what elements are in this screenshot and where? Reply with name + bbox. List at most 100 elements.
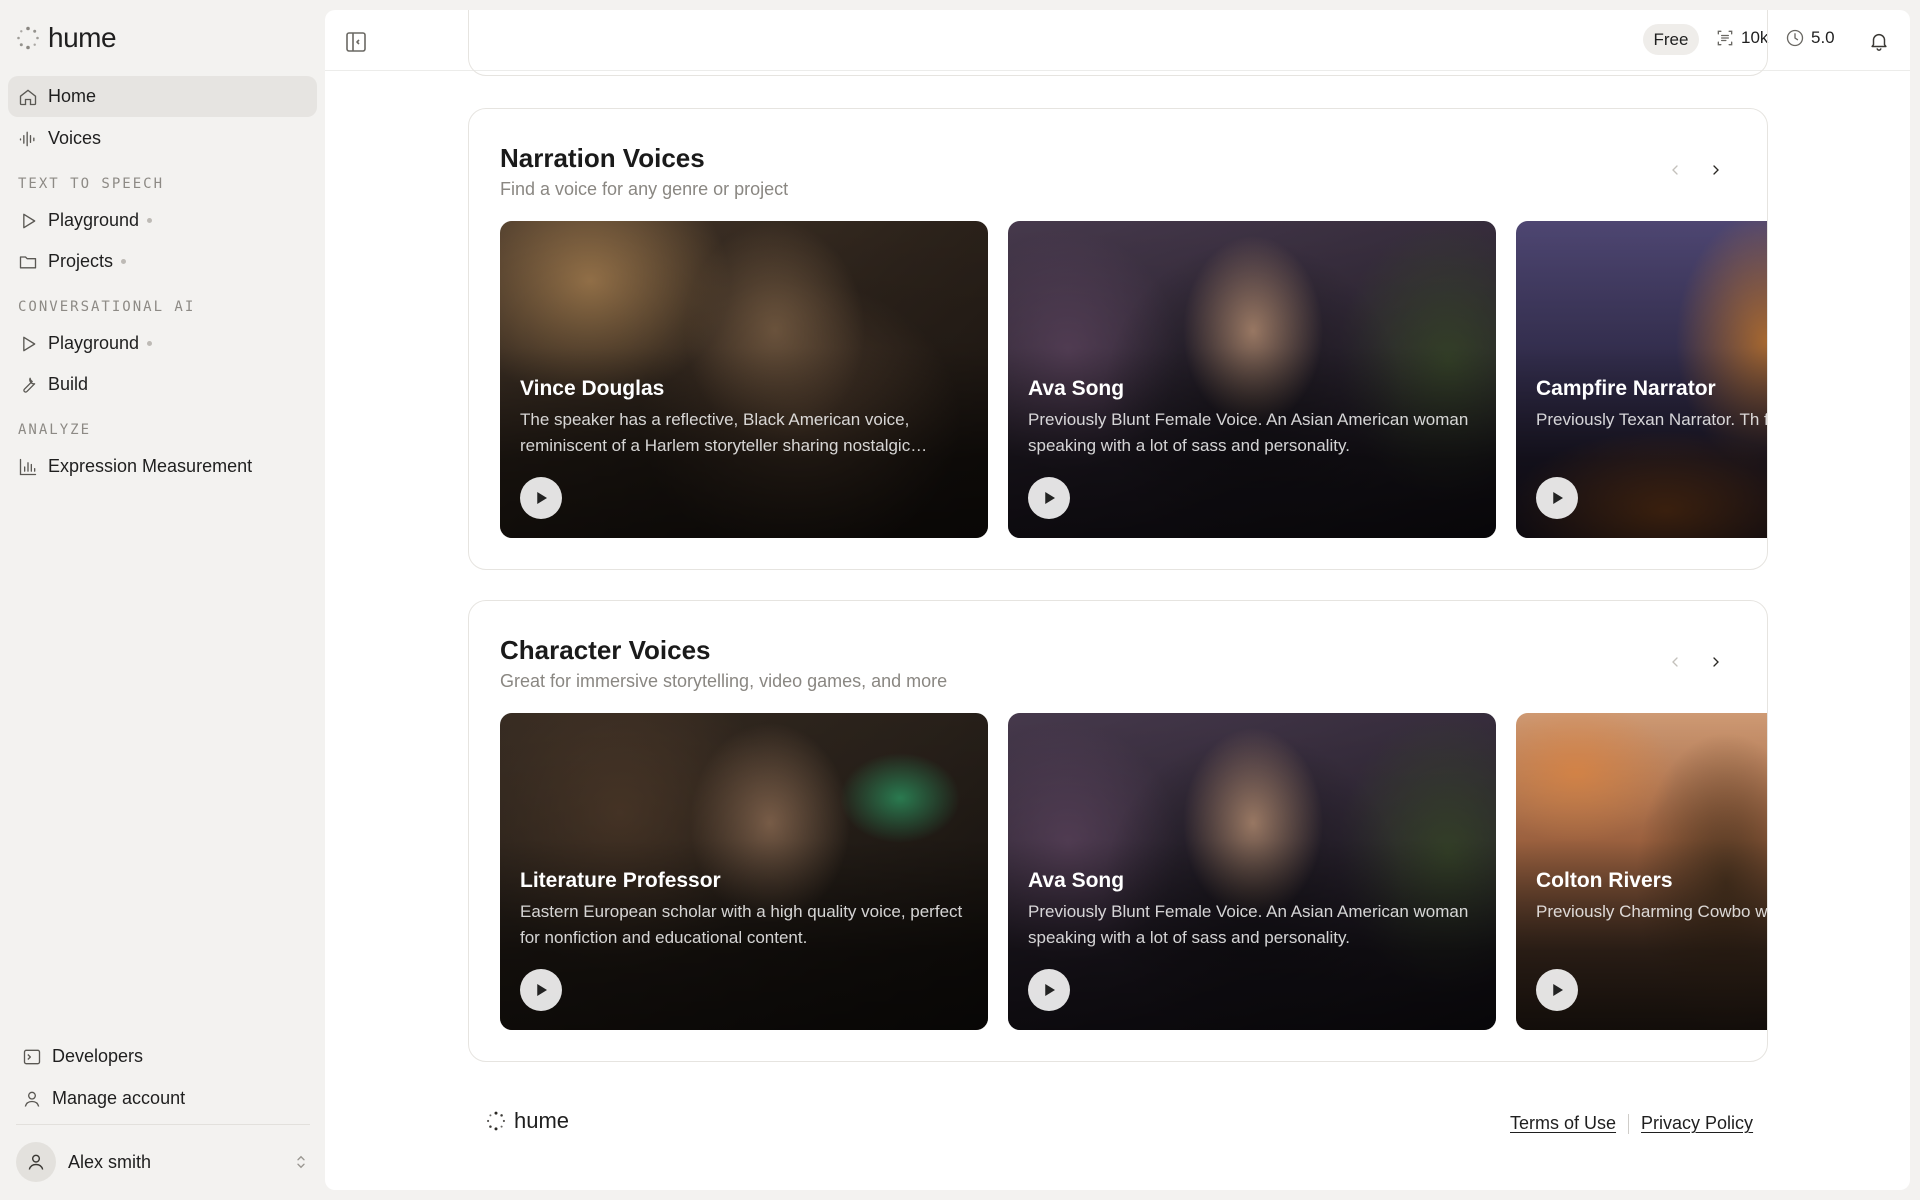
voice-name: Campfire Narrator xyxy=(1536,377,1716,400)
main-panel: Free 10k 5.0 Narration Voices Find a voi… xyxy=(325,10,1910,1190)
sidebar-item-label: Expression Measurement xyxy=(48,456,253,476)
sidebar-item-label: Build xyxy=(48,374,89,394)
play-icon xyxy=(537,984,547,996)
sidebar-toggle-icon[interactable] xyxy=(344,30,368,54)
section-label-conversational: CONVERSATIONAL AI xyxy=(18,299,196,315)
carousel-prev-button[interactable] xyxy=(1659,646,1691,678)
chevron-left-icon xyxy=(1672,657,1678,667)
sidebar-item-label: Manage account xyxy=(52,1088,186,1108)
voice-card[interactable]: Ava Song Previously Blunt Female Voice. … xyxy=(1008,713,1496,1030)
voice-description: Eastern European scholar with a high qua… xyxy=(520,902,963,947)
bar-chart-icon xyxy=(19,458,37,475)
play-icon xyxy=(1045,984,1055,996)
status-dot xyxy=(121,259,127,264)
play-button[interactable] xyxy=(520,969,562,1011)
voice-card[interactable]: Literature Professor Eastern European sc… xyxy=(500,713,988,1030)
carousel-next-button[interactable] xyxy=(1700,154,1732,186)
voice-name: Ava Song xyxy=(1028,869,1125,892)
sidebar: hume Home Voices TEXT TO SPEECH Playgrou… xyxy=(0,0,325,1200)
play-outline-icon xyxy=(23,336,36,351)
hume-logo-icon xyxy=(17,26,39,50)
play-icon xyxy=(1553,984,1563,996)
sidebar-item-build[interactable]: Build xyxy=(8,364,317,405)
voice-card[interactable]: Ava Song Previously Blunt Female Voice. … xyxy=(1008,221,1496,538)
sidebar-item-conv-playground[interactable]: Playground xyxy=(8,323,317,364)
sidebar-divider xyxy=(16,1124,310,1125)
play-button[interactable] xyxy=(1536,477,1578,519)
voice-name: Literature Professor xyxy=(520,869,721,892)
section-subtitle: Great for immersive storytelling, video … xyxy=(500,671,948,691)
logo-text: hume xyxy=(48,22,117,53)
status-dot xyxy=(147,218,153,223)
voice-name: Ava Song xyxy=(1028,377,1125,400)
voice-card[interactable]: Colton Rivers Previously Charming Cowbo … xyxy=(1516,713,1768,1030)
section-subtitle: Find a voice for any genre or project xyxy=(500,179,789,199)
sidebar-item-label: Playground xyxy=(48,210,140,230)
play-icon xyxy=(537,492,547,504)
voice-description: Previously Blunt Female Voice. An Asian … xyxy=(1028,410,1469,455)
section-title: Narration Voices xyxy=(500,143,705,173)
sidebar-item-label: Home xyxy=(48,86,97,106)
user-icon xyxy=(24,1091,40,1107)
play-button[interactable] xyxy=(520,477,562,519)
play-outline-icon xyxy=(23,213,36,228)
voice-card[interactable]: Campfire Narrator Previously Texan Narra… xyxy=(1516,221,1767,538)
sidebar-item-label: Voices xyxy=(48,128,102,148)
carousel-prev-button[interactable] xyxy=(1659,154,1691,186)
voice-name: Vince Douglas xyxy=(520,377,665,400)
play-button[interactable] xyxy=(1028,477,1070,519)
chevron-up-down-icon xyxy=(297,1155,305,1169)
bell-icon[interactable] xyxy=(1868,30,1890,52)
play-button[interactable] xyxy=(1028,969,1070,1011)
user-name: Alex smith xyxy=(68,1151,152,1172)
section-label-tts: TEXT TO SPEECH xyxy=(18,176,165,192)
sidebar-item-home[interactable]: Home xyxy=(8,76,317,117)
folder-icon xyxy=(19,255,37,268)
sidebar-item-label: Developers xyxy=(52,1046,144,1066)
carousel-next-button[interactable] xyxy=(1700,646,1732,678)
avatar xyxy=(16,1142,56,1182)
character-voices-section: Character Voices Great for immersive sto… xyxy=(468,600,1768,1062)
chevron-right-icon xyxy=(1713,657,1719,667)
user-icon xyxy=(28,1154,44,1170)
previous-section-card xyxy=(468,10,1768,76)
privacy-link[interactable]: Privacy Policy xyxy=(1641,1113,1753,1134)
voice-description: Previously Charming Cowbo with a folksy … xyxy=(1536,902,1768,921)
terminal-icon xyxy=(23,1049,41,1064)
voice-description: Previously Blunt Female Voice. An Asian … xyxy=(1028,902,1469,947)
chevron-right-icon xyxy=(1713,165,1719,175)
hume-logo-icon xyxy=(487,1111,505,1131)
play-icon xyxy=(1553,492,1563,504)
footer-links: Terms of Use Privacy Policy xyxy=(1510,1113,1753,1134)
hume-logo[interactable]: hume xyxy=(16,22,117,54)
narration-voices-section: Narration Voices Find a voice for any ge… xyxy=(468,108,1768,570)
sidebar-item-expression-measurement[interactable]: Expression Measurement xyxy=(8,446,317,487)
home-icon xyxy=(19,88,37,105)
sidebar-item-developers[interactable]: Developers xyxy=(12,1036,321,1077)
voice-name: Colton Rivers xyxy=(1536,869,1673,892)
sidebar-item-label: Projects xyxy=(48,251,114,271)
sidebar-item-manage-account[interactable]: Manage account xyxy=(12,1078,321,1119)
footer-logo[interactable]: hume xyxy=(486,1108,569,1134)
terms-link[interactable]: Terms of Use xyxy=(1510,1113,1616,1134)
section-label-analyze: ANALYZE xyxy=(18,422,92,438)
waveform-icon xyxy=(19,131,35,146)
sidebar-item-projects[interactable]: Projects xyxy=(8,241,317,282)
wrench-icon xyxy=(23,377,36,393)
status-dot xyxy=(147,341,153,346)
sidebar-item-voices[interactable]: Voices xyxy=(8,118,317,159)
clock-icon xyxy=(1786,29,1804,47)
play-button[interactable] xyxy=(1536,969,1578,1011)
voice-card[interactable]: Vince Douglas The speaker has a reflecti… xyxy=(500,221,988,538)
account-switcher[interactable]: Alex smith xyxy=(16,1141,310,1183)
chevron-left-icon xyxy=(1672,165,1678,175)
voice-description: Previously Texan Narrator. Th famous aud… xyxy=(1536,410,1767,429)
credits-stat[interactable]: 5.0 xyxy=(1785,28,1835,48)
play-icon xyxy=(1045,492,1055,504)
section-title: Character Voices xyxy=(500,635,711,665)
footer-divider xyxy=(1628,1113,1630,1134)
credits-value: 5.0 xyxy=(1811,28,1835,47)
sidebar-item-tts-playground[interactable]: Playground xyxy=(8,200,317,241)
footer-logo-text: hume xyxy=(514,1108,570,1133)
sidebar-item-label: Playground xyxy=(48,333,140,353)
